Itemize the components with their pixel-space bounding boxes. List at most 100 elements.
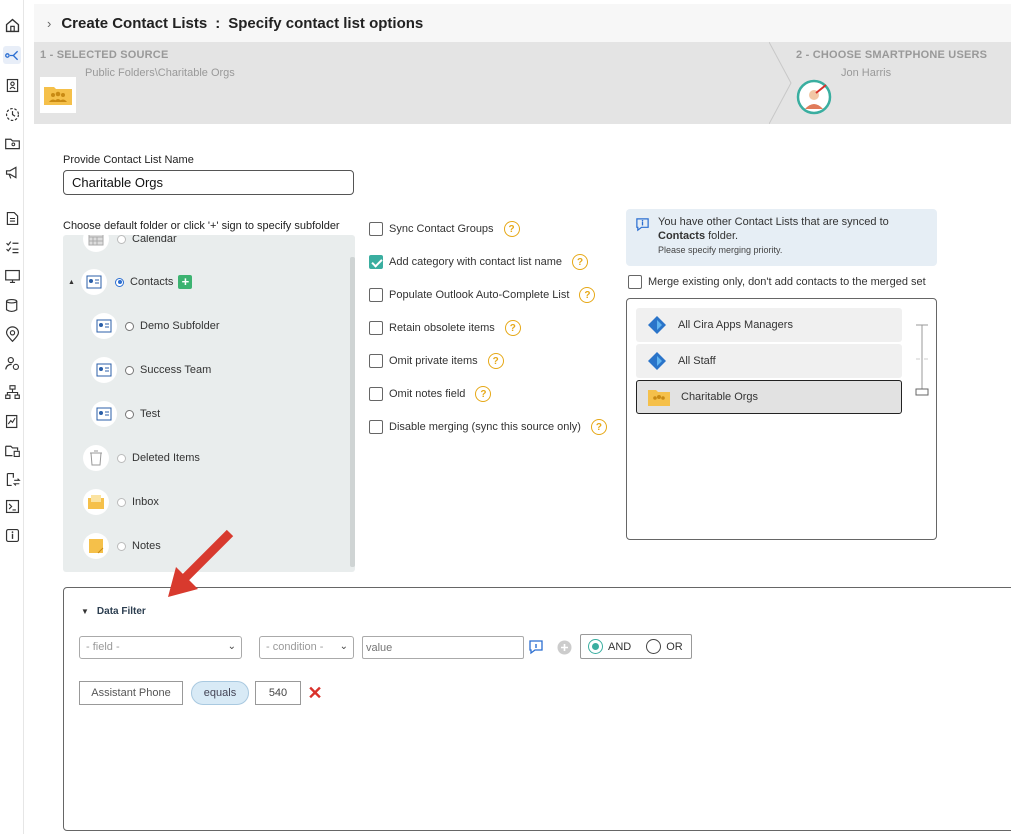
merge-item-charitable-orgs[interactable]: Charitable Orgs bbox=[636, 380, 902, 414]
checkbox[interactable] bbox=[369, 420, 383, 434]
merge-priority-list[interactable]: All Cira Apps Managers All Staff Charita… bbox=[626, 298, 937, 540]
add-subfolder-button[interactable]: + bbox=[178, 275, 193, 289]
data-filter-header[interactable]: ▼ Data Filter bbox=[81, 606, 146, 617]
tree-item-success-team[interactable]: Success Team bbox=[91, 355, 211, 385]
sync-doc-icon[interactable] bbox=[3, 470, 21, 488]
tree-item-notes[interactable]: Notes bbox=[83, 531, 161, 561]
expand-chevron-icon[interactable]: › bbox=[47, 16, 51, 31]
checkbox[interactable] bbox=[369, 255, 383, 269]
tree-item-contacts[interactable]: ▲ Contacts + bbox=[68, 267, 193, 297]
report-icon[interactable] bbox=[3, 209, 21, 227]
page-subtitle: Specify contact list options bbox=[228, 14, 424, 32]
history-icon[interactable] bbox=[3, 105, 21, 123]
remove-rule-icon[interactable]: ✕ bbox=[305, 681, 325, 705]
help-icon[interactable]: ? bbox=[504, 320, 521, 336]
condition-select-value: - condition - bbox=[266, 641, 324, 653]
checkbox[interactable] bbox=[369, 222, 383, 236]
info-bubble-icon bbox=[636, 218, 649, 232]
folder-contact-icon[interactable] bbox=[3, 134, 21, 152]
option-disable-merging[interactable]: Disable merging (sync this source only) … bbox=[369, 419, 607, 435]
field-select[interactable]: - field - ⌄ bbox=[79, 636, 242, 659]
home-icon[interactable] bbox=[3, 16, 21, 34]
collapse-triangle-icon[interactable]: ▼ bbox=[81, 607, 89, 616]
help-icon[interactable]: ? bbox=[487, 353, 504, 369]
option-omit-notes[interactable]: Omit notes field ? bbox=[369, 386, 492, 402]
help-icon[interactable]: ? bbox=[579, 287, 596, 303]
filter-value-input[interactable] bbox=[362, 636, 524, 659]
share-flow-icon[interactable] bbox=[3, 46, 21, 64]
merge-item-all-staff[interactable]: All Staff bbox=[636, 344, 902, 378]
radio-calendar[interactable] bbox=[117, 235, 126, 244]
rule-value-chip[interactable]: 540 bbox=[255, 681, 301, 705]
contacts-doc-icon[interactable] bbox=[3, 76, 21, 94]
step1-value: Public Folders\Charitable Orgs bbox=[85, 67, 235, 79]
checkbox[interactable] bbox=[369, 321, 383, 335]
location-icon[interactable] bbox=[3, 325, 21, 343]
megaphone-icon[interactable] bbox=[3, 163, 21, 181]
collapse-triangle-icon[interactable]: ▲ bbox=[68, 279, 81, 286]
option-sync-contact-groups[interactable]: Sync Contact Groups ? bbox=[369, 221, 520, 237]
radio-deleted-items[interactable] bbox=[117, 453, 126, 463]
rule-condition-chip[interactable]: equals bbox=[191, 681, 249, 705]
inbox-icon bbox=[83, 489, 109, 515]
radio-inbox[interactable] bbox=[117, 497, 126, 507]
option-label: Disable merging (sync this source only) bbox=[389, 421, 581, 433]
contact-card-icon bbox=[91, 313, 117, 339]
tree-label: Contacts bbox=[130, 276, 174, 288]
chevron-down-icon: ⌄ bbox=[227, 641, 236, 652]
checkbox[interactable] bbox=[628, 275, 642, 289]
wizard-steps: 1 - SELECTED SOURCE Public Folders\Chari… bbox=[34, 42, 1011, 124]
org-chart-icon[interactable] bbox=[3, 383, 21, 401]
and-or-toggle[interactable]: AND OR bbox=[580, 634, 692, 659]
terminal-icon[interactable] bbox=[3, 497, 21, 515]
tree-item-test[interactable]: Test bbox=[91, 399, 160, 429]
wizard-step-source[interactable]: 1 - SELECTED SOURCE Public Folders\Chari… bbox=[40, 49, 235, 113]
condition-select[interactable]: - condition - ⌄ bbox=[259, 636, 354, 659]
merge-existing-option[interactable]: Merge existing only, don't add contacts … bbox=[628, 275, 926, 289]
wizard-step-users[interactable]: 2 - CHOOSE SMARTPHONE USERS Jon Harris bbox=[796, 49, 987, 115]
or-radio[interactable] bbox=[646, 639, 662, 654]
and-label: AND bbox=[608, 640, 632, 653]
merge-item-cira-managers[interactable]: All Cira Apps Managers bbox=[636, 308, 902, 342]
radio-test[interactable] bbox=[125, 409, 134, 419]
tree-item-deleted-items[interactable]: Deleted Items bbox=[83, 443, 200, 473]
checkbox[interactable] bbox=[369, 288, 383, 302]
option-populate-autocomplete[interactable]: Populate Outlook Auto-Complete List ? bbox=[369, 287, 596, 303]
help-icon[interactable]: ? bbox=[503, 221, 520, 237]
help-icon[interactable]: ? bbox=[475, 386, 492, 402]
priority-slider[interactable] bbox=[912, 323, 932, 403]
wizard-arrow-separator bbox=[769, 42, 792, 124]
contact-list-name-input[interactable] bbox=[63, 170, 354, 195]
option-retain-obsolete[interactable]: Retain obsolete items ? bbox=[369, 320, 521, 336]
rule-field-chip[interactable]: Assistant Phone bbox=[79, 681, 183, 705]
comment-icon[interactable] bbox=[528, 639, 544, 655]
analytics-icon[interactable] bbox=[3, 412, 21, 430]
radio-notes[interactable] bbox=[117, 541, 126, 551]
option-add-category[interactable]: Add category with contact list name ? bbox=[369, 254, 589, 270]
add-rule-icon[interactable] bbox=[557, 640, 572, 655]
tree-item-demo-subfolder[interactable]: Demo Subfolder bbox=[91, 311, 220, 341]
tree-item-inbox[interactable]: Inbox bbox=[83, 487, 159, 517]
page-title: Create Contact Lists bbox=[61, 14, 208, 32]
checkbox[interactable] bbox=[369, 354, 383, 368]
help-icon[interactable]: ? bbox=[572, 254, 589, 270]
left-nav-rail bbox=[0, 0, 24, 834]
annotation-arrow-icon bbox=[168, 529, 234, 597]
tree-item-calendar[interactable]: Calendar bbox=[83, 235, 177, 254]
help-icon[interactable]: ? bbox=[590, 419, 607, 435]
folder-delete-icon[interactable] bbox=[3, 441, 21, 459]
radio-demo-subfolder[interactable] bbox=[125, 321, 134, 331]
checklist-icon[interactable] bbox=[3, 238, 21, 256]
monitor-icon[interactable] bbox=[3, 267, 21, 285]
tree-scrollbar[interactable] bbox=[350, 257, 355, 567]
database-icon[interactable] bbox=[3, 296, 21, 314]
radio-contacts[interactable] bbox=[115, 277, 124, 287]
and-radio[interactable] bbox=[588, 639, 603, 654]
info-line1: You have other Contact Lists that are sy… bbox=[658, 216, 889, 228]
folder-tree[interactable]: Calendar ▲ Contacts + Demo Subfolder Suc… bbox=[63, 235, 355, 572]
radio-success-team[interactable] bbox=[125, 365, 134, 375]
option-omit-private[interactable]: Omit private items ? bbox=[369, 353, 504, 369]
user-settings-icon[interactable] bbox=[3, 354, 21, 372]
checkbox[interactable] bbox=[369, 387, 383, 401]
info-icon[interactable] bbox=[3, 526, 21, 544]
